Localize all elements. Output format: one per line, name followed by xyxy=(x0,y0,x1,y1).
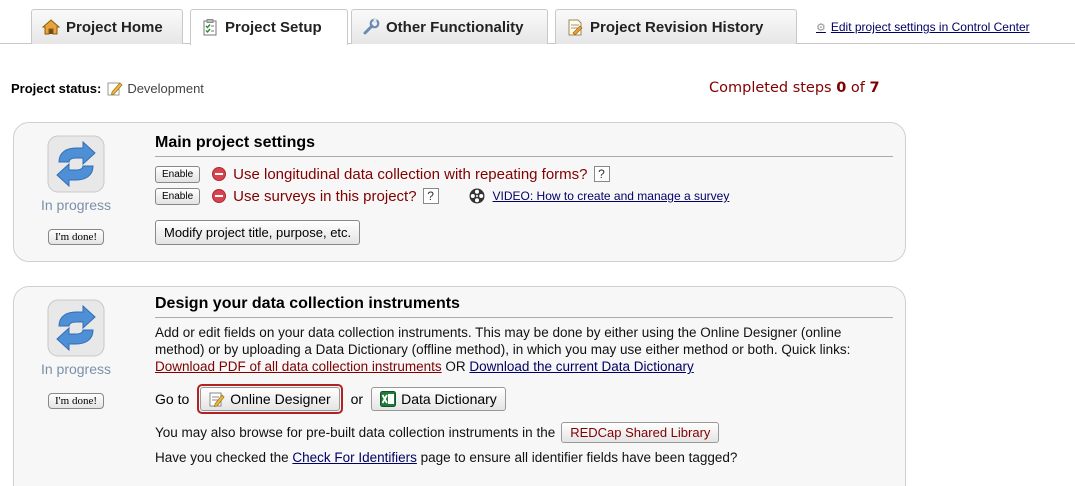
data-dictionary-button[interactable]: Data Dictionary xyxy=(371,387,506,411)
im-done-button[interactable]: I'm done! xyxy=(48,229,104,245)
project-status: Project status: Development xyxy=(11,80,204,96)
document-icon xyxy=(566,18,584,36)
disabled-icon xyxy=(212,167,227,181)
main-project-settings-panel: In progress I'm done! Main project setti… xyxy=(13,122,906,262)
im-done-button[interactable]: I'm done! xyxy=(48,393,104,409)
online-designer-highlight: Online Designer xyxy=(197,384,343,414)
steps-total: 7 xyxy=(869,80,880,96)
longitudinal-text: Use longitudinal data collection with re… xyxy=(233,165,588,183)
help-surveys-icon[interactable]: ? xyxy=(422,188,439,204)
control-center-link[interactable]: ⚙ Edit project settings in Control Cente… xyxy=(816,20,1030,34)
gear-icon: ⚙ xyxy=(816,21,826,34)
enable-surveys-button[interactable]: Enable xyxy=(155,187,201,205)
steps-prefix: Completed steps xyxy=(709,80,837,96)
tab-project-home[interactable]: Project Home xyxy=(31,9,183,44)
steps-done: 0 xyxy=(836,80,847,96)
tab-label: Project Revision History xyxy=(590,18,764,36)
designer-edit-icon xyxy=(209,391,225,407)
spreadsheet-icon xyxy=(380,391,397,407)
online-designer-button[interactable]: Online Designer xyxy=(200,387,340,411)
panel-heading: Main project settings xyxy=(155,134,893,157)
panel-content: Design your data collection instruments … xyxy=(155,295,893,465)
download-pdf-link[interactable]: Download PDF of all data collection inst… xyxy=(155,359,442,374)
progress-column: In progress I'm done! xyxy=(14,299,138,409)
download-dictionary-link[interactable]: Download the current Data Dictionary xyxy=(469,359,693,374)
checklist-icon xyxy=(201,19,219,37)
sync-icon xyxy=(47,135,105,193)
shared-library-row: You may also browse for pre-built data c… xyxy=(155,422,893,443)
completed-steps: Completed steps 0 of 7 xyxy=(709,80,880,96)
modify-project-button[interactable]: Modify project title, purpose, etc. xyxy=(155,220,361,245)
shared-library-button[interactable]: REDCap Shared Library xyxy=(561,422,720,443)
panel-heading: Design your data collection instruments xyxy=(155,295,893,318)
wrench-icon xyxy=(362,18,380,36)
progress-column: In progress I'm done! xyxy=(14,135,138,245)
identifiers-prefix: Have you checked the xyxy=(155,450,293,465)
home-icon xyxy=(42,18,60,36)
tab-project-revision-history[interactable]: Project Revision History xyxy=(555,9,797,44)
control-center-link-label: Edit project settings in Control Center xyxy=(830,20,1030,34)
surveys-row: Enable Use surveys in this project? ? VI… xyxy=(155,185,893,207)
sync-icon xyxy=(47,299,105,357)
tab-bar: Project Home Project Setup Other Functio… xyxy=(0,0,1075,45)
design-instruments-panel: In progress I'm done! Design your data c… xyxy=(13,286,906,486)
tab-label: Other Functionality xyxy=(386,18,524,36)
film-reel-icon xyxy=(469,188,485,204)
goto-row: Go to Online Designer or Data Dictionary xyxy=(155,384,893,414)
check-identifiers-link[interactable]: Check For Identifiers xyxy=(292,450,417,465)
tab-other-functionality[interactable]: Other Functionality xyxy=(351,9,548,44)
help-longitudinal-icon[interactable]: ? xyxy=(593,166,610,182)
disabled-icon xyxy=(212,189,227,203)
data-dictionary-label: Data Dictionary xyxy=(401,391,497,407)
surveys-text: Use surveys in this project? xyxy=(233,187,417,205)
identifiers-row: Have you checked the Check For Identifie… xyxy=(155,450,893,465)
identifiers-suffix: page to ensure all identifier fields hav… xyxy=(416,450,738,465)
project-status-value: Development xyxy=(127,80,204,96)
panel-content: Main project settings Enable Use longitu… xyxy=(155,134,893,245)
video-survey-link[interactable]: VIDEO: How to create and manage a survey xyxy=(469,188,730,204)
project-status-label: Project status: xyxy=(11,80,102,96)
tab-label: Project Setup xyxy=(225,19,322,36)
tab-project-setup[interactable]: Project Setup xyxy=(190,9,348,45)
tab-label: Project Home xyxy=(66,18,163,36)
progress-label: In progress xyxy=(40,361,112,377)
or-text: OR xyxy=(441,359,470,374)
progress-label: In progress xyxy=(40,197,112,213)
instruments-description: Add or edit fields on your data collecti… xyxy=(155,324,893,375)
pencil-icon xyxy=(107,80,123,96)
or-label: or xyxy=(350,391,364,407)
steps-of: of xyxy=(846,80,870,96)
shared-library-text: You may also browse for pre-built data c… xyxy=(155,425,556,440)
video-link-label: VIDEO: How to create and manage a survey xyxy=(492,189,730,203)
longitudinal-row: Enable Use longitudinal data collection … xyxy=(155,163,893,185)
enable-longitudinal-button[interactable]: Enable xyxy=(155,165,201,183)
description-text: Add or edit fields on your data collecti… xyxy=(155,325,851,357)
online-designer-label: Online Designer xyxy=(230,391,331,407)
goto-label: Go to xyxy=(155,391,190,407)
